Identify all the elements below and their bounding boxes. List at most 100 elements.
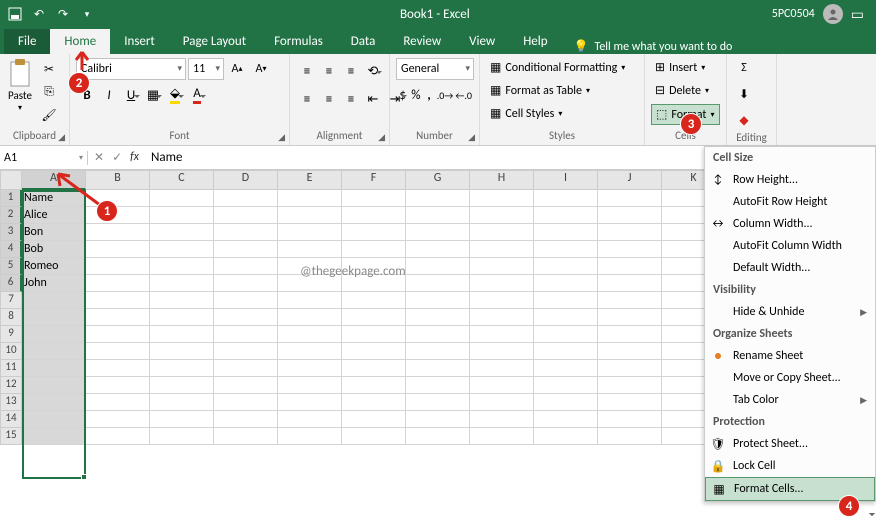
cell[interactable]	[86, 428, 150, 445]
cell[interactable]	[342, 326, 406, 343]
insert-cells-button[interactable]: ⊞Insert▾	[651, 58, 720, 77]
cell[interactable]	[534, 309, 598, 326]
cell[interactable]	[470, 258, 534, 275]
cell[interactable]	[406, 394, 470, 411]
menu-hide-unhide[interactable]: Hide & Unhide▶	[705, 301, 875, 323]
cut-icon[interactable]: ✂	[38, 58, 60, 80]
name-box[interactable]: A1▾	[0, 151, 88, 165]
row-header-11[interactable]: 11	[0, 360, 22, 377]
cell[interactable]	[470, 190, 534, 207]
cell[interactable]	[214, 326, 278, 343]
cell[interactable]	[598, 309, 662, 326]
cell[interactable]	[598, 394, 662, 411]
cell[interactable]	[406, 224, 470, 241]
cell[interactable]	[342, 190, 406, 207]
cell[interactable]: Romeo	[22, 258, 86, 275]
column-header-F[interactable]: F	[342, 170, 406, 190]
cell[interactable]	[534, 190, 598, 207]
increase-font-icon[interactable]: A▴	[226, 58, 248, 80]
cell[interactable]	[598, 207, 662, 224]
row-header-5[interactable]: 5	[0, 258, 22, 275]
menu-row-height[interactable]: ↕Row Height...	[705, 169, 875, 191]
row-header-14[interactable]: 14	[0, 411, 22, 428]
cell[interactable]	[598, 258, 662, 275]
tab-insert[interactable]: Insert	[110, 29, 169, 54]
cell[interactable]	[278, 190, 342, 207]
redo-icon[interactable]: ↷	[52, 3, 74, 25]
align-center-icon[interactable]: ≡	[318, 88, 340, 110]
cell[interactable]	[150, 190, 214, 207]
tab-formulas[interactable]: Formulas	[260, 29, 337, 54]
cell[interactable]	[406, 258, 470, 275]
cell[interactable]	[598, 377, 662, 394]
row-header-15[interactable]: 15	[0, 428, 22, 445]
cell[interactable]	[342, 411, 406, 428]
menu-autofit-column-width[interactable]: AutoFit Column Width	[705, 235, 875, 257]
cell[interactable]	[86, 292, 150, 309]
conditional-formatting-button[interactable]: ▦Conditional Formatting▾	[486, 58, 638, 77]
cell[interactable]	[214, 258, 278, 275]
cell[interactable]	[150, 309, 214, 326]
cell[interactable]	[214, 241, 278, 258]
orientation-icon[interactable]: ⟲	[362, 60, 384, 82]
cell[interactable]	[406, 309, 470, 326]
decrease-font-icon[interactable]: A▾	[250, 58, 272, 80]
row-header-10[interactable]: 10	[0, 343, 22, 360]
cell[interactable]	[470, 292, 534, 309]
cell[interactable]	[214, 343, 278, 360]
cell[interactable]	[406, 411, 470, 428]
cell[interactable]	[598, 326, 662, 343]
column-header-G[interactable]: G	[406, 170, 470, 190]
paste-label[interactable]: Paste	[8, 89, 32, 102]
cell[interactable]	[214, 394, 278, 411]
cell[interactable]	[214, 275, 278, 292]
tab-data[interactable]: Data	[337, 29, 390, 54]
cell[interactable]	[598, 275, 662, 292]
cell[interactable]	[22, 343, 86, 360]
cell[interactable]	[342, 360, 406, 377]
font-launcher-icon[interactable]: ◢	[278, 131, 285, 144]
cell[interactable]	[86, 343, 150, 360]
cell-styles-button[interactable]: ▦Cell Styles▾	[486, 104, 638, 123]
cell[interactable]	[150, 224, 214, 241]
cell[interactable]	[534, 275, 598, 292]
cell[interactable]	[214, 360, 278, 377]
paste-dropdown-icon[interactable]: ▾	[18, 103, 22, 113]
menu-column-width[interactable]: ↔Column Width...	[705, 213, 875, 235]
row-header-1[interactable]: 1	[0, 190, 22, 207]
cell[interactable]	[534, 360, 598, 377]
cell[interactable]: Bon	[22, 224, 86, 241]
percent-format-icon[interactable]: %	[409, 84, 422, 106]
borders-icon[interactable]: ▦	[142, 84, 164, 106]
menu-move-copy-sheet[interactable]: Move or Copy Sheet...	[705, 367, 875, 389]
menu-lock-cell[interactable]: 🔒Lock Cell	[705, 455, 875, 477]
cell[interactable]	[86, 241, 150, 258]
cell[interactable]	[214, 377, 278, 394]
cell[interactable]	[406, 292, 470, 309]
cell[interactable]	[534, 428, 598, 445]
cell[interactable]	[534, 377, 598, 394]
decrease-decimal-icon[interactable]: ←.0	[454, 84, 473, 106]
cell[interactable]	[22, 394, 86, 411]
cell[interactable]	[86, 360, 150, 377]
column-header-C[interactable]: C	[150, 170, 214, 190]
cell[interactable]	[278, 428, 342, 445]
cell[interactable]	[22, 411, 86, 428]
paste-icon[interactable]	[6, 58, 34, 88]
number-launcher-icon[interactable]: ◢	[468, 131, 475, 144]
column-header-H[interactable]: H	[470, 170, 534, 190]
tab-page-layout[interactable]: Page Layout	[169, 29, 260, 54]
fill-icon[interactable]: ⬇	[733, 83, 755, 105]
cell[interactable]	[278, 394, 342, 411]
cell[interactable]	[278, 411, 342, 428]
cell[interactable]	[406, 190, 470, 207]
cell[interactable]	[278, 224, 342, 241]
decrease-indent-icon[interactable]: ⇤	[362, 88, 384, 110]
row-header-2[interactable]: 2	[0, 207, 22, 224]
cell[interactable]	[534, 241, 598, 258]
align-left-icon[interactable]: ≡	[296, 88, 318, 110]
cell[interactable]	[470, 428, 534, 445]
font-name-select[interactable]: Calibri	[76, 58, 186, 80]
underline-button[interactable]: U	[120, 84, 142, 106]
italic-button[interactable]: I	[98, 84, 120, 106]
